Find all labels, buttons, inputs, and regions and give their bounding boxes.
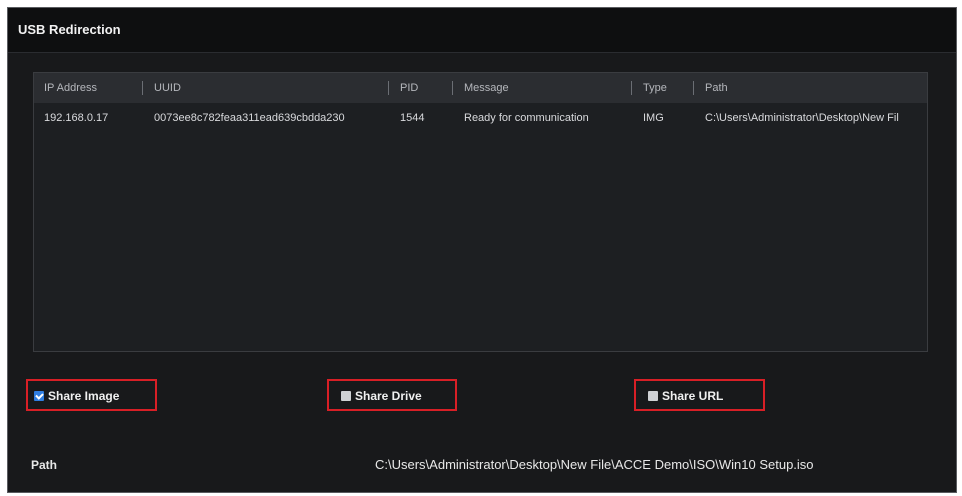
column-divider[interactable]: [631, 81, 632, 95]
cell-path: C:\Users\Administrator\Desktop\New Fil: [705, 112, 899, 124]
column-divider[interactable]: [388, 81, 389, 95]
column-header-uuid[interactable]: UUID: [146, 73, 386, 103]
share-image-label[interactable]: Share Image: [48, 389, 119, 403]
usb-redirection-window: USB Redirection IP Address UUID PID Mess…: [7, 7, 957, 493]
share-url-checkbox[interactable]: [648, 391, 658, 401]
path-label: Path: [31, 458, 58, 472]
column-header-pid[interactable]: PID: [392, 73, 450, 103]
column-divider[interactable]: [452, 81, 453, 95]
share-url-option[interactable]: Share URL: [634, 379, 765, 411]
path-value: C:\Users\Administrator\Desktop\New File\…: [375, 457, 814, 472]
share-drive-checkbox[interactable]: [341, 391, 351, 401]
column-header-message[interactable]: Message: [456, 73, 626, 103]
table-row[interactable]: 192.168.0.17 0073ee8c782feaa311ead639cbd…: [34, 107, 927, 129]
column-header-type[interactable]: Type: [635, 73, 691, 103]
cell-ip-address: 192.168.0.17: [44, 112, 109, 124]
column-header-path[interactable]: Path: [697, 73, 927, 103]
table-header: IP Address UUID PID Message Type Path: [34, 73, 927, 103]
cell-message: Ready for communication: [464, 112, 589, 124]
share-url-label[interactable]: Share URL: [662, 389, 723, 403]
share-drive-option[interactable]: Share Drive: [327, 379, 457, 411]
share-drive-label[interactable]: Share Drive: [355, 389, 422, 403]
cell-pid: 1544: [400, 112, 425, 124]
device-table: IP Address UUID PID Message Type Path 19…: [33, 72, 928, 352]
share-image-checkbox[interactable]: [34, 391, 44, 401]
cell-type: IMG: [643, 112, 664, 124]
column-divider[interactable]: [693, 81, 694, 95]
cell-uuid: 0073ee8c782feaa311ead639cbdda230: [154, 112, 345, 124]
title-bar: USB Redirection: [8, 8, 956, 53]
column-divider[interactable]: [142, 81, 143, 95]
window-title: USB Redirection: [18, 22, 121, 37]
column-header-ip-address[interactable]: IP Address: [36, 73, 140, 103]
share-image-option[interactable]: Share Image: [26, 379, 157, 411]
